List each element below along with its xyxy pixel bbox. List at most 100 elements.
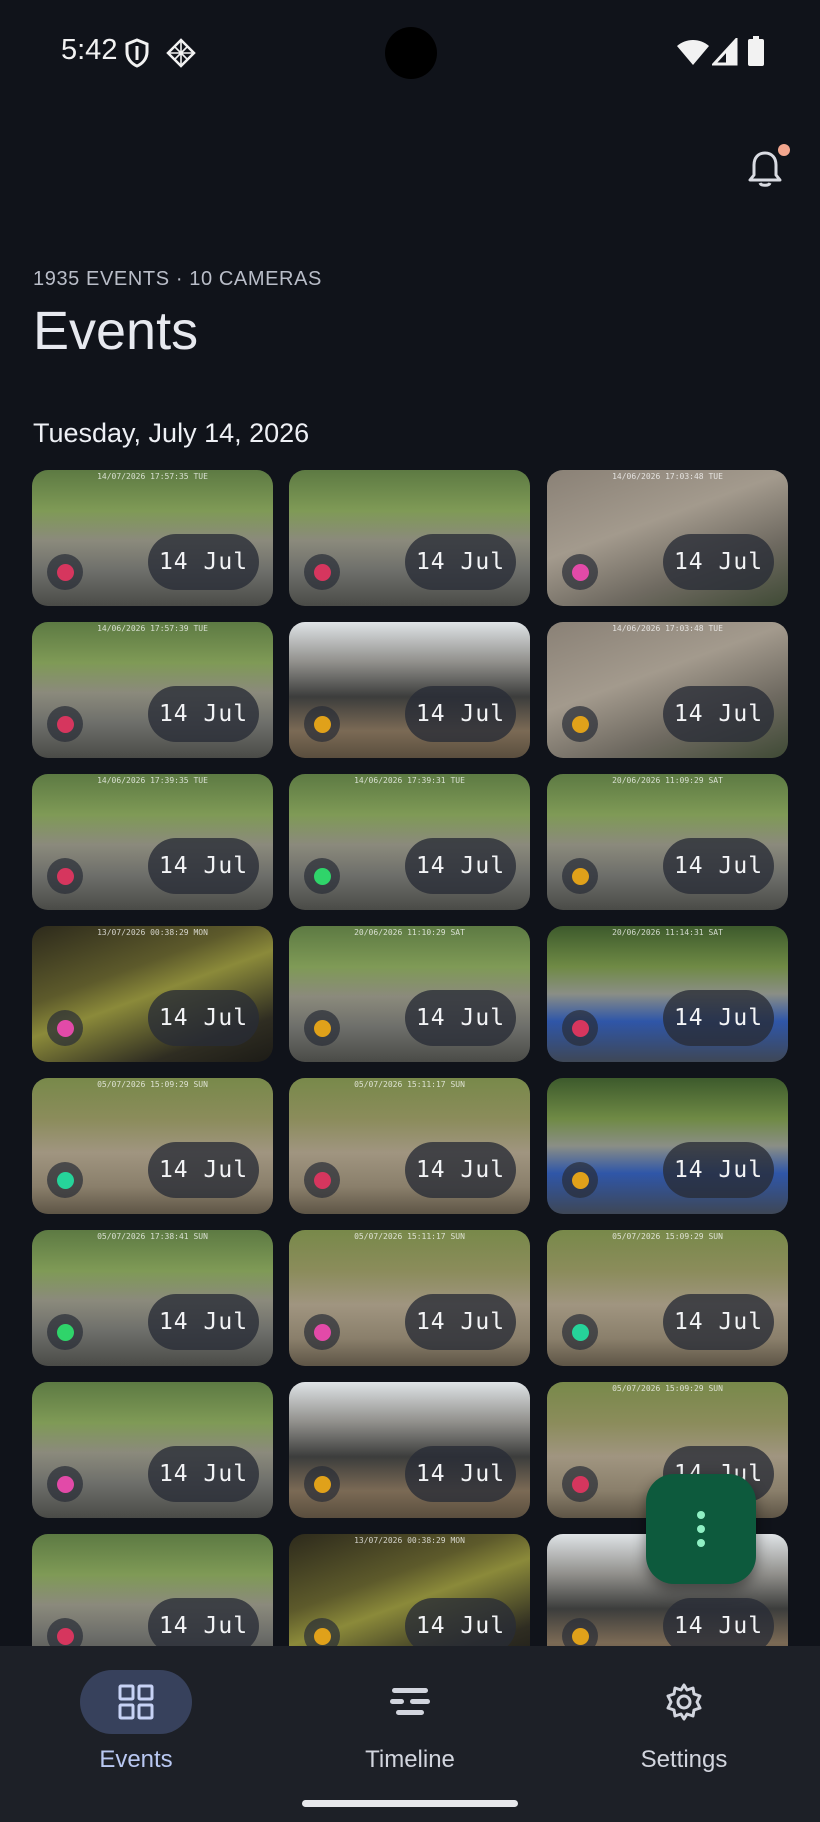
- more-options-fab[interactable]: [646, 1474, 756, 1584]
- event-type-dot: [56, 1171, 74, 1189]
- camera-timestamp: 14/07/2026 17:57:35 TUE: [97, 472, 208, 481]
- event-tile[interactable]: 14 Jul: [32, 1382, 273, 1518]
- wifi-icon: [677, 40, 709, 65]
- event-tile[interactable]: 20/06/2026 11:10:29 SAT 14 Jul: [289, 926, 530, 1062]
- event-type-indicator: [304, 1618, 340, 1646]
- event-type-dot: [571, 1627, 589, 1645]
- grid-icon: [118, 1684, 154, 1720]
- event-type-dot: [571, 563, 589, 581]
- event-type-dot: [313, 1323, 331, 1341]
- event-tile[interactable]: 14/07/2026 17:57:35 TUE 14 Jul: [32, 470, 273, 606]
- date-section-heading: Tuesday, July 14, 2026: [33, 418, 310, 448]
- nav-timeline-label: Timeline: [365, 1746, 455, 1773]
- event-tile[interactable]: 05/07/2026 15:09:29 SUN 14 Jul: [32, 1078, 273, 1214]
- event-date-chip: 14 Jul: [405, 534, 516, 590]
- event-type-dot: [56, 563, 74, 581]
- home-indicator: [302, 1800, 518, 1807]
- camera-timestamp: 05/07/2026 15:09:29 SUN: [612, 1232, 723, 1241]
- event-type-indicator: [562, 858, 598, 894]
- gear-icon: [666, 1683, 702, 1721]
- event-tile[interactable]: 13/07/2026 00:38:29 MON 14 Jul: [289, 1534, 530, 1646]
- camera-cutout: [385, 27, 437, 79]
- event-type-dot: [56, 1019, 74, 1037]
- event-type-dot: [571, 1019, 589, 1037]
- event-type-indicator: [47, 1010, 83, 1046]
- event-date-chip: 14 Jul: [663, 990, 774, 1046]
- event-date-chip: 14 Jul: [405, 1142, 516, 1198]
- event-type-indicator: [47, 1162, 83, 1198]
- camera-timestamp: 13/07/2026 00:38:29 MON: [97, 928, 208, 937]
- event-date-chip: 14 Jul: [405, 838, 516, 894]
- event-date-chip: 14 Jul: [405, 990, 516, 1046]
- event-tile[interactable]: 20/06/2026 11:09:29 SAT 14 Jul: [547, 774, 788, 910]
- event-date-chip: 14 Jul: [405, 686, 516, 742]
- event-tile[interactable]: 14 Jul: [289, 1382, 530, 1518]
- camera-timestamp: 05/07/2026 15:09:29 SUN: [97, 1080, 208, 1089]
- event-type-indicator: [304, 1010, 340, 1046]
- nav-settings-label: Settings: [640, 1746, 728, 1773]
- event-tile[interactable]: 14/06/2026 17:39:31 TUE 14 Jul: [289, 774, 530, 910]
- event-type-dot: [571, 715, 589, 733]
- event-type-indicator: [562, 1466, 598, 1502]
- event-tile[interactable]: 20/06/2026 11:14:31 SAT 14 Jul: [547, 926, 788, 1062]
- event-date-chip: 14 Jul: [663, 534, 774, 590]
- status-bar: 5:42: [0, 0, 820, 104]
- event-tile[interactable]: 14/06/2026 17:57:39 TUE 14 Jul: [32, 622, 273, 758]
- status-time: 5:42: [61, 34, 118, 66]
- event-tile[interactable]: 14 Jul: [547, 1078, 788, 1214]
- nav-timeline[interactable]: Timeline: [310, 1658, 510, 1778]
- event-date-chip: 14 Jul: [148, 686, 259, 742]
- event-date-chip: 14 Jul: [148, 1142, 259, 1198]
- event-date-chip: 14 Jul: [405, 1446, 516, 1502]
- signal-icon: [712, 38, 738, 66]
- camera-timestamp: 20/06/2026 11:10:29 SAT: [354, 928, 465, 937]
- diamond-grid-icon: [166, 38, 196, 68]
- event-date-chip: 14 Jul: [663, 1142, 774, 1198]
- event-date-chip: 14 Jul: [148, 1598, 259, 1646]
- camera-timestamp: 20/06/2026 11:14:31 SAT: [612, 928, 723, 937]
- notification-badge: [778, 144, 790, 156]
- event-tile[interactable]: 14/06/2026 17:03:48 TUE 14 Jul: [547, 622, 788, 758]
- camera-timestamp: 14/06/2026 17:39:31 TUE: [354, 776, 465, 785]
- event-type-indicator: [562, 1314, 598, 1350]
- event-type-indicator: [47, 1618, 83, 1646]
- event-date-chip: 14 Jul: [148, 990, 259, 1046]
- event-date-chip: 14 Jul: [663, 1294, 774, 1350]
- nav-events[interactable]: Events: [36, 1658, 236, 1778]
- event-grid: 14/07/2026 17:57:35 TUE 14 Jul 14 Jul 14/06…: [32, 470, 789, 1646]
- timeline-icon: [390, 1688, 430, 1715]
- event-type-dot: [313, 563, 331, 581]
- event-tile[interactable]: 13/07/2026 00:38:29 MON 14 Jul: [32, 926, 273, 1062]
- event-type-dot: [313, 1475, 331, 1493]
- event-tile[interactable]: 14/06/2026 17:03:48 TUE 14 Jul: [547, 470, 788, 606]
- event-type-indicator: [47, 554, 83, 590]
- event-type-dot: [571, 1475, 589, 1493]
- event-type-indicator: [562, 706, 598, 742]
- event-date-chip: 14 Jul: [663, 838, 774, 894]
- event-date-chip: 14 Jul: [148, 534, 259, 590]
- event-type-dot: [313, 1627, 331, 1645]
- event-tile[interactable]: 05/07/2026 15:11:17 SUN 14 Jul: [289, 1078, 530, 1214]
- camera-timestamp: 05/07/2026 17:38:41 SUN: [97, 1232, 208, 1241]
- event-type-indicator: [562, 1162, 598, 1198]
- camera-timestamp: 14/06/2026 17:03:48 TUE: [612, 624, 723, 633]
- event-tile[interactable]: 05/07/2026 15:09:29 SUN 14 Jul: [547, 1230, 788, 1366]
- events-summary: 1935 EVENTS · 10 CAMERAS: [33, 268, 322, 290]
- event-tile[interactable]: 14 Jul: [289, 622, 530, 758]
- event-date-chip: 14 Jul: [405, 1294, 516, 1350]
- event-type-dot: [571, 1171, 589, 1189]
- nav-events-label: Events: [99, 1746, 173, 1773]
- nav-settings[interactable]: Settings: [584, 1658, 784, 1778]
- event-tile[interactable]: 14 Jul: [289, 470, 530, 606]
- event-type-dot: [56, 1323, 74, 1341]
- event-date-chip: 14 Jul: [663, 686, 774, 742]
- camera-timestamp: 20/06/2026 11:09:29 SAT: [612, 776, 723, 785]
- event-tile[interactable]: 14 Jul: [32, 1534, 273, 1646]
- camera-timestamp: 13/07/2026 00:38:29 MON: [354, 1536, 465, 1545]
- event-type-indicator: [304, 1162, 340, 1198]
- event-date-chip: 14 Jul: [148, 1294, 259, 1350]
- event-tile[interactable]: 05/07/2026 15:11:17 SUN 14 Jul: [289, 1230, 530, 1366]
- event-tile[interactable]: 05/07/2026 17:38:41 SUN 14 Jul: [32, 1230, 273, 1366]
- event-tile[interactable]: 14/06/2026 17:39:35 TUE 14 Jul: [32, 774, 273, 910]
- nav-settings-pill: [628, 1670, 740, 1734]
